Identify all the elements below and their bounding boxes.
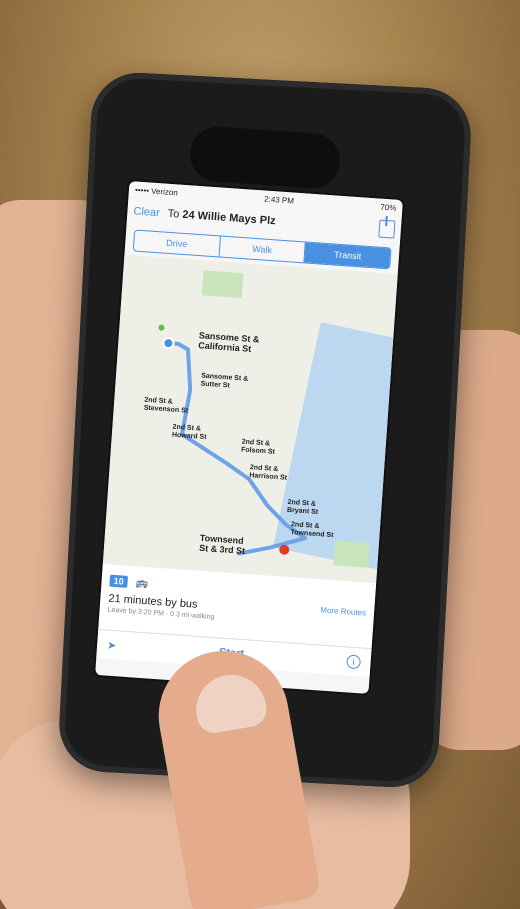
- info-icon[interactable]: i: [346, 654, 362, 670]
- stop-label: 2nd St & Townsend St: [290, 521, 334, 540]
- tab-transit[interactable]: Transit: [304, 242, 391, 269]
- carrier-label: ••••• Verizon: [134, 184, 179, 197]
- tab-walk[interactable]: Walk: [219, 236, 307, 263]
- stop-label: 2nd St & Howard St: [171, 423, 207, 442]
- stop-label: Townsend St & 3rd St: [198, 532, 246, 556]
- destination-prefix: To: [167, 207, 180, 221]
- destination-field[interactable]: To 24 Willie Mays Plz: [167, 208, 379, 235]
- share-icon[interactable]: [378, 219, 396, 239]
- bus-number-badge: 10: [109, 574, 129, 588]
- map-view[interactable]: Sansome St & California St Sansome St & Su…: [102, 254, 398, 584]
- stop-label: 2nd St & Stevenson St: [143, 396, 189, 415]
- stop-label: Sansome St & Sutter St: [200, 372, 249, 390]
- phone-speaker: [188, 124, 342, 191]
- battery-label: 70%: [380, 202, 397, 213]
- location-arrow-icon[interactable]: ➤: [107, 638, 117, 652]
- stop-label: Sansome St & California St: [197, 330, 260, 354]
- tab-drive[interactable]: Drive: [133, 230, 221, 257]
- stop-label: 2nd St & Folsom St: [240, 438, 276, 456]
- photo-scene: ••••• Verizon 2:43 PM 70% Clear To 24 Wi…: [0, 0, 520, 909]
- clear-button[interactable]: Clear: [133, 205, 160, 219]
- destination-name: 24 Willie Mays Plz: [181, 208, 277, 228]
- stop-label: 2nd St & Harrison St: [249, 464, 288, 482]
- phone-screen: ••••• Verizon 2:43 PM 70% Clear To 24 Wi…: [95, 181, 403, 694]
- transit-route: [158, 324, 308, 556]
- clock: 2:43 PM: [263, 193, 295, 206]
- origin-pin-icon: [158, 324, 165, 331]
- bus-icon: 🚌: [135, 577, 149, 590]
- stop-label: 2nd St & Bryant St: [286, 498, 319, 516]
- start-pin-icon: [162, 337, 175, 350]
